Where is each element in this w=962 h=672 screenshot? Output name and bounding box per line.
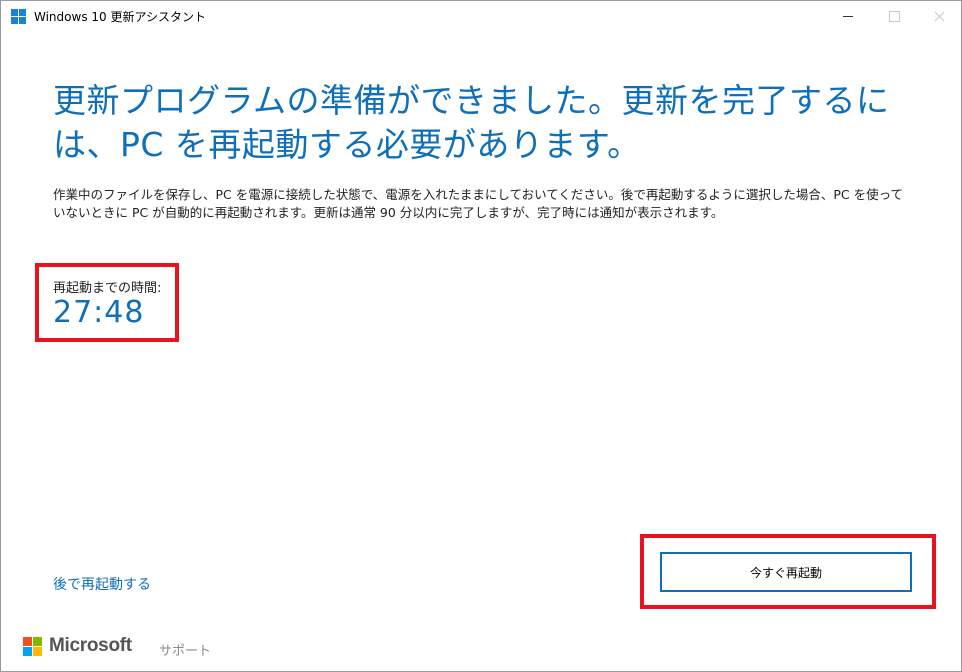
windows-logo-icon <box>11 9 26 24</box>
microsoft-wordmark: Microsoft <box>49 635 132 656</box>
title-bar: Windows 10 更新アシスタント <box>1 1 961 31</box>
restart-now-button[interactable]: 今すぐ再起動 <box>660 552 912 592</box>
countdown-timer: 27:48 <box>53 295 145 330</box>
close-button[interactable] <box>916 1 962 31</box>
microsoft-logo-icon <box>23 637 43 657</box>
restart-later-link[interactable]: 後で再起動する <box>53 574 151 594</box>
window-title: Windows 10 更新アシスタント <box>34 10 206 24</box>
minimize-button[interactable] <box>825 1 871 31</box>
description-text: 作業中のファイルを保存し、PC を電源に接続した状態で、電源を入れたままにしてお… <box>53 187 903 220</box>
maximize-button[interactable] <box>871 1 917 31</box>
page-heading: 更新プログラムの準備ができました。更新を完了するには、PC を再起動する必要があ… <box>53 81 890 164</box>
update-assistant-window: Windows 10 更新アシスタント 更新プログラムの準備ができました。更新を… <box>0 0 962 672</box>
countdown-label: 再起動までの時間: <box>53 281 162 296</box>
support-link[interactable]: サポート <box>159 640 211 659</box>
